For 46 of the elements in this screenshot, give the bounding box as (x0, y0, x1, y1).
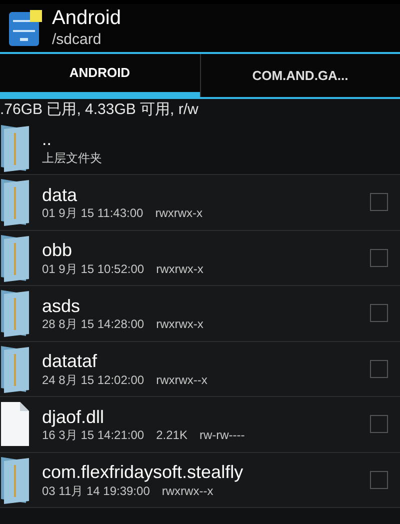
select-checkbox[interactable] (370, 360, 388, 378)
file-row[interactable]: obb 01 9月 15 10:52:00 rwxrwx-x (0, 230, 400, 286)
permissions: rwxrwx-x (156, 317, 204, 332)
file-name: com.flexfridaysoft.stealfly (42, 461, 244, 484)
select-checkbox[interactable] (370, 415, 388, 434)
file-name: data (42, 184, 78, 206)
storage-info: .76GB 已用, 4.33GB 可用, r/w (0, 100, 200, 120)
select-checkbox[interactable] (370, 248, 388, 267)
permissions: rw-rw---- (199, 428, 245, 443)
modified-date: 01 9月 15 10:52:00 (42, 262, 144, 276)
modified-date: 24 8月 15 12:02:00 (42, 372, 144, 388)
folder-icon (0, 344, 30, 394)
file-size: 2.21K (156, 428, 188, 443)
file-name: djaof.dll (42, 406, 106, 428)
permissions: rwxrwx-x (156, 262, 204, 276)
file-row[interactable]: com.flexfridaysoft.stealfly 03 11月 14 19:39:00 rwxrwx--x (0, 452, 400, 508)
select-checkbox[interactable] (370, 304, 388, 322)
document-icon (0, 401, 30, 448)
modified-date: 16 3月 15 14:21:00 (42, 428, 144, 443)
folder-tab[interactable]: COM.AND.GA... (200, 54, 400, 97)
parent-label: 上层文件夹 (42, 150, 102, 166)
modified-date: 03 11月 14 19:39:00 (42, 484, 150, 498)
folder-icon (0, 232, 30, 283)
modified-date: 01 9月 15 11:43:00 (42, 206, 144, 221)
modified-date: 28 8月 15 14:28:00 (42, 317, 144, 332)
file-name: .. (42, 129, 52, 151)
folder-tab[interactable]: ANDROID (0, 54, 200, 97)
file-row[interactable]: djaof.dll 16 3月 15 14:21:00 2.21K rw-rw---- (0, 397, 400, 452)
folder-icon (0, 288, 30, 338)
permissions: rwxrwx-x (155, 206, 203, 221)
permissions: rwxrwx--x (162, 484, 214, 498)
file-name: asds (42, 294, 82, 317)
file-row[interactable]: asds 28 8月 15 14:28:00 rwxrwx-x (0, 286, 400, 342)
folder-icon (0, 122, 30, 172)
folder-icon (0, 454, 30, 505)
app-logo-icon (8, 8, 44, 48)
select-checkbox[interactable] (370, 193, 388, 212)
folder-icon (0, 177, 30, 228)
file-name: datataf (42, 350, 98, 372)
file-name: obb (42, 239, 74, 262)
file-row[interactable]: datataf 24 8月 15 12:02:00 rwxrwx--x (0, 342, 400, 397)
folder-path: /sdcard (52, 31, 102, 50)
folder-title: Android (52, 6, 121, 32)
file-row[interactable]: data 01 9月 15 11:43:00 rwxrwx-x (0, 175, 400, 230)
select-checkbox[interactable] (370, 470, 388, 489)
permissions: rwxrwx--x (156, 372, 208, 388)
